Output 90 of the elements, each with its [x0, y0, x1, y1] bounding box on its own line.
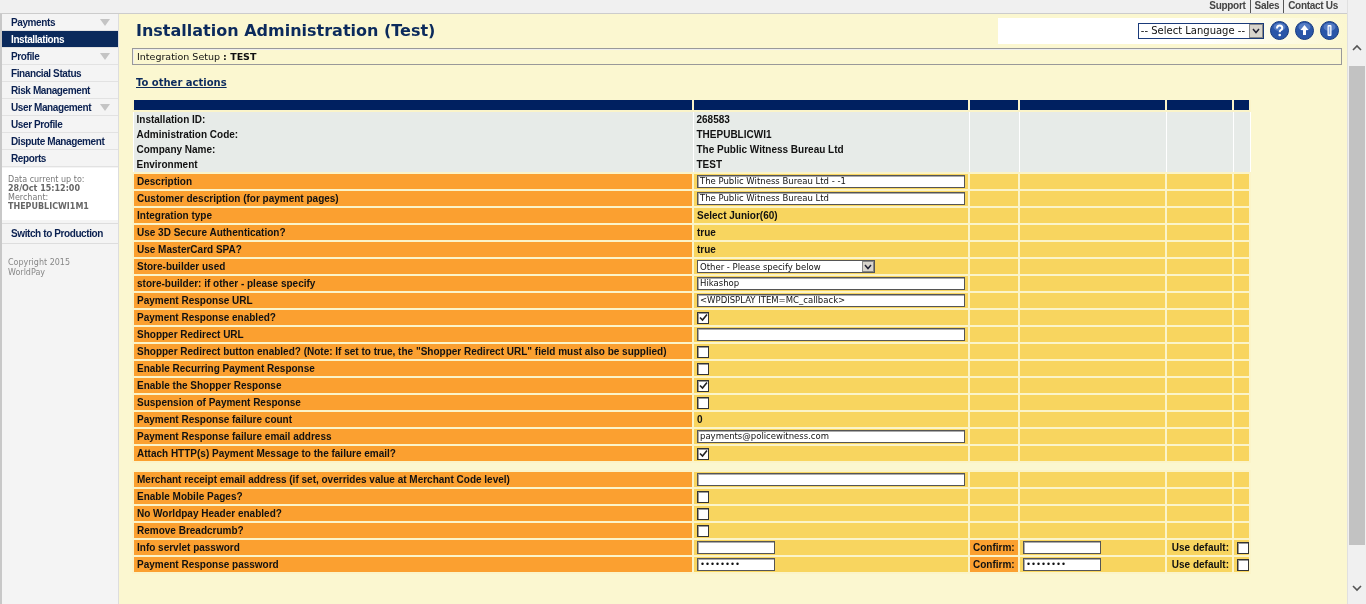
field-label: Use 3D Secure Authentication?: [137, 227, 286, 238]
text-field[interactable]: <WPDISPLAY ITEM=MC_callback>: [697, 294, 965, 307]
field-label: Enable Mobile Pages?: [137, 491, 243, 502]
field-label: Attach HTTP(s) Payment Message to the failure email?: [137, 448, 396, 459]
field-label: Confirm:: [973, 559, 1015, 570]
checkbox[interactable]: [697, 311, 709, 324]
dropdown-field[interactable]: Other - Please specify below: [697, 260, 875, 273]
status-label: Data current up to:: [8, 175, 85, 184]
sidebar-item[interactable]: User Management: [2, 99, 118, 116]
status-label: Merchant:: [8, 193, 49, 202]
checkbox[interactable]: [1237, 541, 1249, 554]
field-label: Installation ID:: [136, 114, 206, 125]
field-value: The Public Witness Bureau Ltd: [696, 144, 844, 155]
language-select[interactable]: -- Select Language --: [1137, 22, 1264, 39]
field-label: Enable the Shopper Response: [137, 380, 282, 391]
field-label: Description: [137, 176, 192, 187]
breadcrumb: Integration Setup : TEST: [137, 51, 257, 62]
field-value: true: [697, 244, 716, 255]
sidebar-item[interactable]: Risk Management: [2, 82, 118, 99]
checkbox[interactable]: [697, 362, 709, 375]
field-label: Store-builder used: [137, 261, 226, 272]
door-icon[interactable]: [1320, 21, 1339, 40]
field-label: Administration Code:: [136, 129, 239, 140]
sidebar-item[interactable]: Reports: [2, 150, 118, 167]
sidebar-item[interactable]: Dispute Management: [2, 133, 118, 150]
status-value: 28/Oct 15:12:00: [8, 184, 81, 193]
field-value: THEPUBLICWI1: [696, 129, 772, 140]
checkbox[interactable]: [697, 507, 709, 520]
top-link[interactable]: Contact Us: [1283, 0, 1342, 13]
field-label: Company Name:: [136, 144, 216, 155]
field-value: true: [697, 227, 716, 238]
confirm-password-field[interactable]: ••••••••: [1023, 558, 1101, 571]
text-field[interactable]: [697, 328, 965, 341]
expand-triangle-icon: [100, 18, 110, 26]
field-value: 268583: [696, 114, 730, 125]
field-label: Environment: [136, 159, 198, 170]
copyright-text: Copyright 2015 WorldPay: [7, 257, 71, 279]
password-field[interactable]: [697, 541, 775, 554]
checkbox[interactable]: [697, 490, 709, 503]
checkbox[interactable]: [1237, 558, 1249, 571]
text-field[interactable]: The Public Witness Bureau Ltd: [697, 192, 965, 205]
field-label: Payment Response password: [137, 559, 279, 570]
field-value: TEST: [696, 159, 723, 170]
top-link[interactable]: Support: [1205, 0, 1250, 13]
sidebar-item[interactable]: Financial Status: [2, 65, 118, 82]
field-label: Merchant receipt email address (if set, overrides value at Merchant Code level): [137, 474, 510, 485]
field-label: Shopper Redirect URL: [137, 329, 244, 340]
text-field[interactable]: payments@policewitness.com: [697, 430, 965, 443]
sidebar-item[interactable]: User Profile: [2, 116, 118, 133]
scrollbar-thumb[interactable]: [1349, 66, 1365, 545]
field-label: Suspension of Payment Response: [137, 397, 301, 408]
dropdown-arrow-icon: [862, 261, 874, 272]
checkbox[interactable]: [697, 447, 709, 460]
field-value: 0: [697, 414, 703, 425]
confirm-password-field[interactable]: [1023, 541, 1101, 554]
checkbox[interactable]: [697, 345, 709, 358]
field-label: Customer description (for payment pages): [137, 193, 339, 204]
text-field[interactable]: [697, 473, 965, 486]
field-label: Integration type: [137, 210, 212, 221]
expand-triangle-icon: [100, 52, 110, 60]
top-link[interactable]: Sales: [1249, 0, 1284, 13]
field-label: Payment Response failure count: [137, 414, 293, 425]
field-label: Use default:: [1171, 559, 1229, 570]
field-label: Use default:: [1171, 542, 1229, 553]
field-label: Confirm:: [973, 542, 1015, 553]
text-field[interactable]: Hikashop: [697, 277, 965, 290]
field-label: Shopper Redirect button enabled? (Note: If set to true, the "Shopper Redirect URL" field must also be supplied): [137, 346, 667, 357]
status-value: THEPUBLICWI1M1: [8, 202, 90, 211]
field-value: Select Junior(60): [697, 210, 778, 221]
help-icon[interactable]: [1270, 21, 1289, 40]
field-label: No Worldpay Header enabled?: [137, 508, 282, 519]
sidebar-item[interactable]: Profile: [2, 48, 118, 65]
switch-to-production-link[interactable]: Switch to Production: [2, 223, 118, 244]
field-label: Info servlet password: [137, 542, 240, 553]
page-title: Installation Administration (Test): [136, 21, 437, 40]
sidebar-item[interactable]: Installations: [2, 31, 118, 48]
other-actions-link[interactable]: To other actions: [136, 77, 227, 88]
checkbox[interactable]: [697, 396, 709, 409]
checkbox[interactable]: [697, 379, 709, 392]
field-label: store-builder: if other - please specify: [137, 278, 316, 289]
field-label: Payment Response URL: [137, 295, 253, 306]
field-label: Remove Breadcrumb?: [137, 525, 244, 536]
expand-triangle-icon: [100, 103, 110, 111]
field-label: Payment Response failure email address: [137, 431, 332, 442]
text-field[interactable]: The Public Witness Bureau Ltd - -1: [697, 175, 965, 188]
password-field[interactable]: ••••••••: [697, 558, 775, 571]
field-label: Enable Recurring Payment Response: [137, 363, 315, 374]
field-label: Use MasterCard SPA?: [137, 244, 242, 255]
field-label: Payment Response enabled?: [137, 312, 276, 323]
checkbox[interactable]: [697, 524, 709, 537]
